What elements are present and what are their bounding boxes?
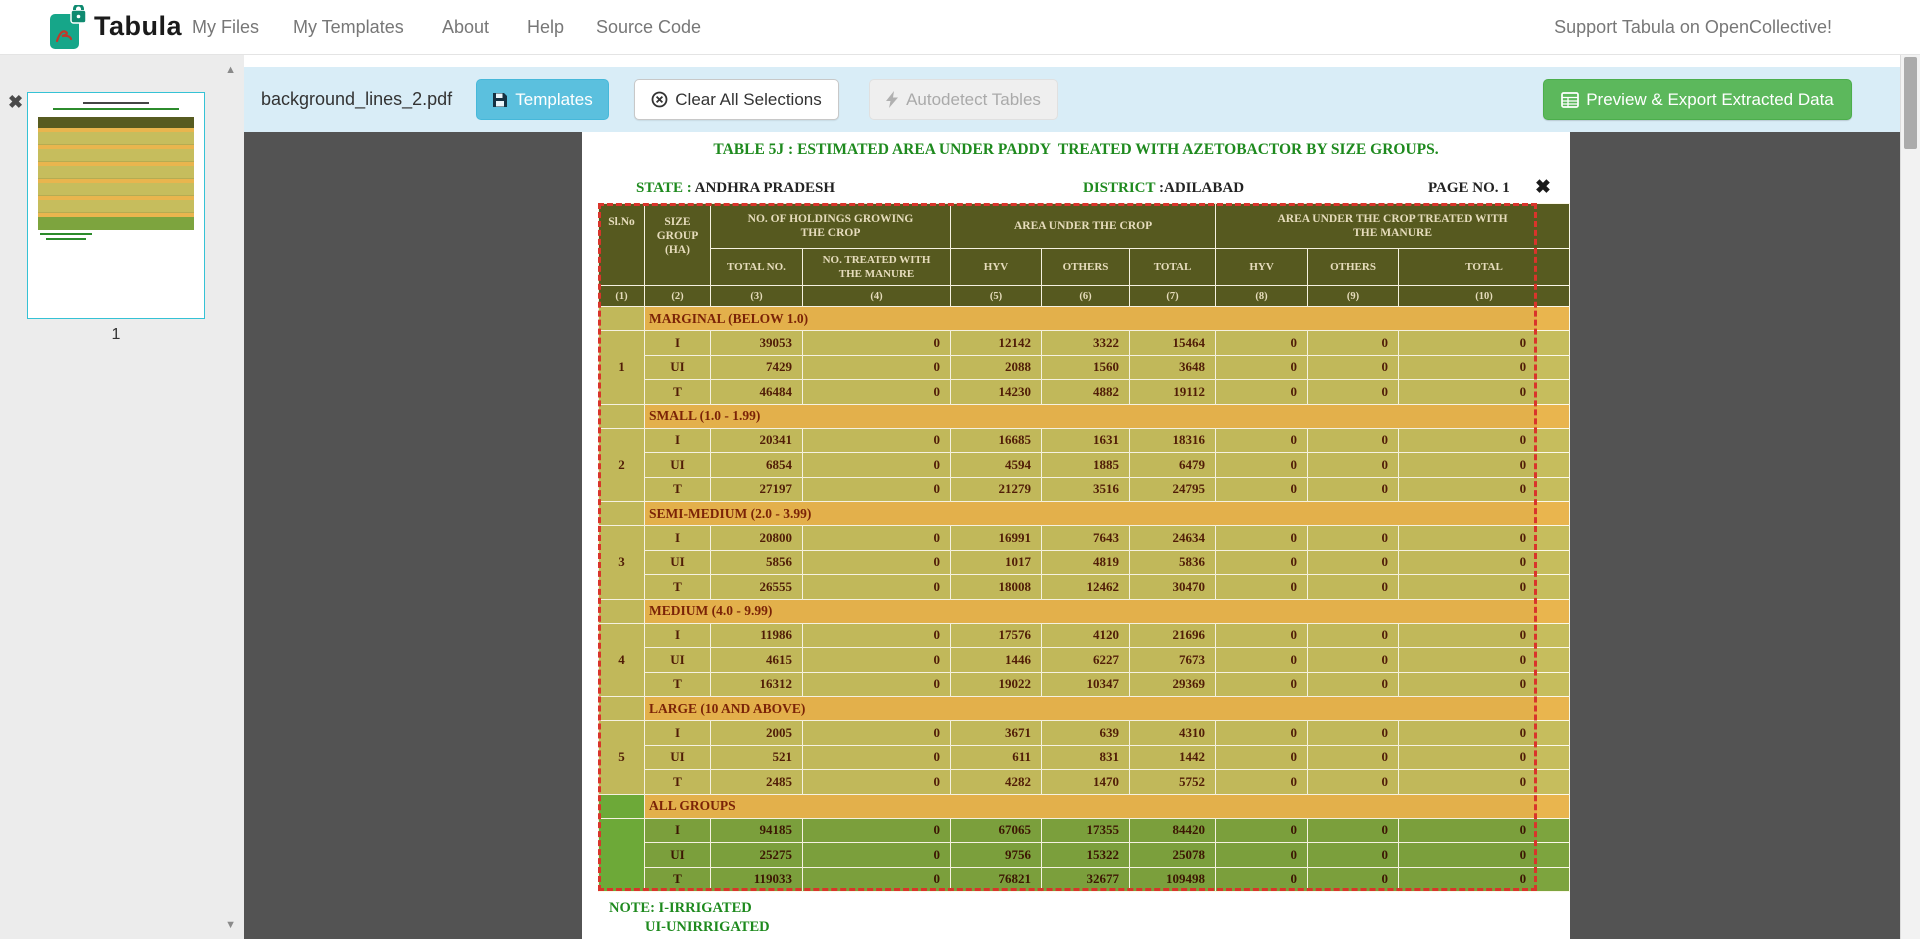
vertical-scrollbar[interactable]	[1900, 54, 1920, 939]
document-filename: background_lines_2.pdf	[261, 67, 452, 132]
thumbnail-close-icon[interactable]: ✖	[8, 92, 23, 113]
app-title[interactable]: Tabula	[94, 11, 182, 42]
pdf-page: TABLE 5J : ESTIMATED AREA UNDER PADDY TR…	[582, 132, 1570, 939]
tabula-pdf-lock-logo[interactable]	[48, 5, 88, 56]
content-area: background_lines_2.pdf Templates Clear A…	[244, 54, 1900, 939]
selection-region[interactable]	[598, 203, 1537, 891]
page-number-line: PAGE NO. 1	[1428, 180, 1510, 197]
selection-close-icon[interactable]: ✖	[1535, 176, 1551, 199]
templates-button-label: Templates	[515, 90, 592, 109]
preview-export-button[interactable]: Preview & Export Extracted Data	[1543, 79, 1852, 120]
lightning-icon	[886, 83, 899, 122]
export-button-label: Preview & Export Extracted Data	[1586, 90, 1834, 109]
nav-my-files[interactable]: My Files	[192, 0, 259, 54]
state-line: STATE : ANDHRA PRADESH	[636, 180, 835, 197]
toolbar: background_lines_2.pdf Templates Clear A…	[244, 67, 1900, 132]
thumbnail-table-preview	[38, 117, 194, 240]
save-icon	[492, 83, 508, 122]
nav-my-templates[interactable]: My Templates	[293, 0, 404, 54]
thumbnail-title-line	[83, 102, 149, 104]
thumbnail-subtitle-line	[53, 108, 179, 110]
nav-help[interactable]: Help	[527, 0, 564, 54]
thumbnail-page-number: 1	[27, 326, 205, 344]
document-title: TABLE 5J : ESTIMATED AREA UNDER PADDY TR…	[582, 141, 1570, 159]
templates-button[interactable]: Templates	[476, 79, 609, 120]
sidebar-scroll-down-icon[interactable]: ▼	[225, 919, 236, 931]
clear-all-selections-button[interactable]: Clear All Selections	[634, 79, 839, 120]
support-link[interactable]: Support Tabula on OpenCollective!	[1554, 0, 1832, 54]
autodetect-button-label: Autodetect Tables	[906, 90, 1041, 109]
autodetect-tables-button[interactable]: Autodetect Tables	[869, 79, 1058, 120]
clear-button-label: Clear All Selections	[675, 90, 821, 109]
pdf-viewer: TABLE 5J : ESTIMATED AREA UNDER PADDY TR…	[244, 132, 1900, 939]
page-thumbnail[interactable]	[27, 92, 205, 319]
sidebar-scroll-up-icon[interactable]: ▲	[225, 64, 236, 76]
nav-source-code[interactable]: Source Code	[596, 0, 701, 54]
vertical-scrollbar-thumb[interactable]	[1904, 57, 1917, 149]
note-line-2: UI-UNIRRIGATED	[645, 919, 770, 936]
nav-about[interactable]: About	[442, 0, 489, 54]
sidebar: ▲ ✖ 1 ▼	[0, 54, 244, 939]
district-line: DISTRICT :ADILABAD	[1083, 180, 1244, 197]
note-line-1: NOTE: I-IRRIGATED	[609, 900, 752, 917]
table-icon	[1561, 83, 1579, 122]
circle-x-icon	[651, 83, 668, 122]
top-nav: Tabula My Files My Templates About Help …	[0, 0, 1920, 55]
